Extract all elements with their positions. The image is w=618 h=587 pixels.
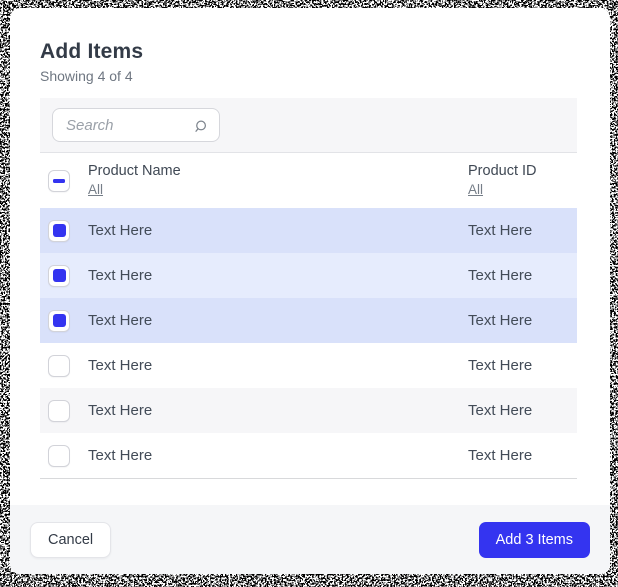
page-title: Add Items: [40, 40, 144, 63]
table-row[interactable]: Text Here Text Here: [40, 433, 577, 478]
row-checkbox-cell: [40, 399, 88, 422]
product-id-cell: Text Here: [468, 312, 533, 329]
row-checkbox-cell: [40, 444, 88, 467]
row-checkbox[interactable]: [48, 354, 70, 377]
add-items-button[interactable]: Add 3 Items: [478, 521, 590, 558]
add-items-modal: Add Items Showing 4 of 4 Product Name: [10, 8, 610, 574]
cancel-button[interactable]: Cancel: [30, 521, 112, 558]
search-strip: [40, 98, 577, 153]
row-checkbox[interactable]: [48, 444, 70, 467]
row-checkbox-cell: [40, 264, 88, 287]
row-checkbox[interactable]: [48, 219, 70, 242]
product-name-cell: Text Here: [88, 222, 153, 239]
product-id-cell: Text Here: [468, 357, 533, 374]
product-name-cell: Text Here: [88, 357, 153, 374]
table-body: Text Here Text Here Text Here Text Here …: [40, 208, 577, 479]
table-row[interactable]: Text Here Text Here: [40, 298, 577, 343]
search-input[interactable]: [53, 110, 181, 140]
column-label: Product Name: [88, 163, 181, 180]
filter-all-link[interactable]: All: [88, 181, 103, 199]
column-header-product-name: Product Name All: [88, 162, 468, 198]
row-checkbox[interactable]: [48, 309, 70, 332]
product-name-cell: Text Here: [88, 402, 153, 419]
modal-footer: Cancel Add 3 Items: [10, 505, 610, 574]
product-name-cell: Text Here: [88, 447, 153, 464]
table-header-row: Product Name All Product ID All: [40, 153, 577, 208]
column-label: Product ID: [468, 163, 537, 180]
column-header-product-id: Product ID All: [468, 162, 577, 198]
row-checkbox-cell: [40, 219, 88, 242]
row-checkbox[interactable]: [48, 264, 70, 287]
header-checkbox-cell: [40, 169, 88, 192]
showing-count-text: Showing 4 of 4: [40, 68, 133, 84]
product-name-cell: Text Here: [88, 267, 153, 284]
modal-content: Product Name All Product ID All Text Her…: [40, 98, 577, 479]
search-box: [52, 108, 220, 142]
table-row[interactable]: Text Here Text Here: [40, 343, 577, 388]
table-row[interactable]: Text Here Text Here: [40, 208, 577, 253]
product-id-cell: Text Here: [468, 222, 533, 239]
row-checkbox-cell: [40, 309, 88, 332]
filter-all-link[interactable]: All: [468, 181, 483, 199]
product-id-cell: Text Here: [468, 267, 533, 284]
table-row[interactable]: Text Here Text Here: [40, 388, 577, 433]
product-name-cell: Text Here: [88, 312, 153, 329]
product-id-cell: Text Here: [468, 447, 533, 464]
row-checkbox-cell: [40, 354, 88, 377]
magnifier-icon: [192, 118, 208, 134]
product-id-cell: Text Here: [468, 402, 533, 419]
select-all-checkbox[interactable]: [48, 169, 70, 192]
modal-header: Add Items Showing 4 of 4: [10, 8, 610, 84]
table-row[interactable]: Text Here Text Here: [40, 253, 577, 298]
row-checkbox[interactable]: [48, 399, 70, 422]
